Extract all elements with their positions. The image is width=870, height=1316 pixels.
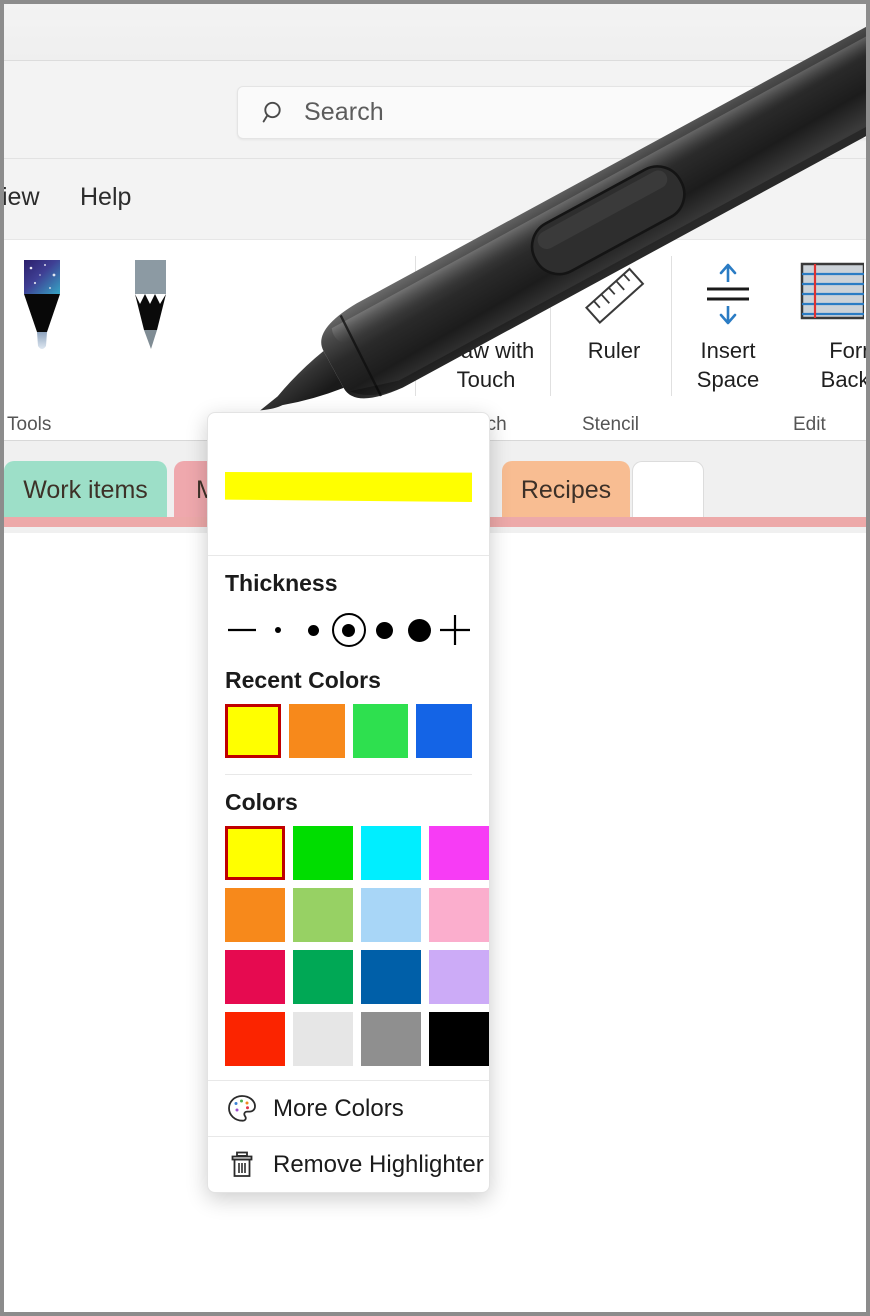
search-icon — [262, 100, 288, 126]
color-orange[interactable] — [225, 888, 285, 942]
remove-highlighter-label: Remove Highlighter — [273, 1150, 484, 1178]
stroke-preview-sample — [225, 472, 472, 502]
insert-space-icon — [682, 256, 774, 334]
hand-icon — [427, 256, 545, 334]
label-line2: Touch — [456, 367, 516, 393]
color-crimson[interactable] — [225, 950, 285, 1004]
thickness-4[interactable] — [367, 613, 401, 647]
colors-grid — [225, 826, 489, 1066]
color-magenta[interactable] — [429, 826, 489, 880]
thickness-title: Thickness — [225, 570, 338, 596]
recent-color-green[interactable] — [352, 704, 409, 758]
recent-color-orange[interactable] — [289, 704, 345, 758]
color-light-blue[interactable] — [361, 888, 421, 942]
label-line2: Space — [696, 367, 760, 393]
colors-section: Colors — [208, 789, 489, 1066]
thickness-plus[interactable] — [438, 613, 472, 647]
recent-color-blue[interactable] — [416, 704, 472, 758]
menu-strip: iew Help — [4, 159, 866, 240]
pencil-icon — [122, 256, 178, 356]
label-line1: Draw with — [437, 338, 535, 363]
remove-highlighter-menu-item[interactable]: Remove Highlighter — [208, 1136, 489, 1192]
trash-icon — [225, 1148, 259, 1182]
ribbon: Pen Draw with Touch — [4, 240, 866, 650]
thickness-1[interactable] — [261, 613, 295, 647]
title-bar — [4, 4, 866, 61]
search-bar-row: Search — [4, 61, 866, 159]
color-lavender[interactable] — [429, 950, 489, 1004]
color-yellow[interactable] — [225, 826, 285, 880]
search-placeholder: Search — [304, 98, 384, 126]
thickness-options — [225, 607, 472, 653]
recent-colors-row — [225, 704, 472, 758]
color-gray[interactable] — [361, 1012, 421, 1066]
ribbon-command-format-background[interactable]: Forma Backgro — [786, 256, 870, 393]
ribbon-command-draw-with-touch[interactable]: Draw with Touch — [427, 256, 545, 393]
highlighter-flyout-panel: Thickness Recent Colors Colors More Colo… — [207, 412, 490, 1193]
recent-colors-title: Recent Colors — [225, 667, 381, 693]
ribbon-command-ruler[interactable]: Ruler — [562, 256, 666, 363]
colors-title: Colors — [225, 789, 298, 815]
color-dark-blue[interactable] — [361, 950, 421, 1004]
color-green[interactable] — [293, 826, 353, 880]
menu-item-view[interactable]: iew — [4, 183, 40, 212]
color-pink[interactable] — [429, 888, 489, 942]
ribbon-tool-pencil[interactable] — [120, 256, 180, 356]
app-window: Search iew Help Draw with Touch Ruler In… — [0, 0, 870, 1316]
stroke-preview — [208, 413, 489, 556]
thickness-5[interactable] — [403, 613, 437, 647]
menu-item-help[interactable]: Help — [80, 183, 131, 212]
color-cyan[interactable] — [361, 826, 421, 880]
flyout-divider — [225, 774, 472, 775]
ribbon-group-label-stencil: Stencil — [582, 414, 640, 435]
page-tab-label: Recipes — [520, 475, 612, 504]
pen-icon — [14, 256, 70, 356]
ribbon-tool-galaxy-pen[interactable] — [12, 256, 72, 356]
search-input[interactable]: Search — [237, 86, 866, 139]
palette-icon — [225, 1092, 259, 1126]
page-tab-label: Work items — [23, 475, 148, 504]
recent-colors-section: Recent Colors — [208, 667, 489, 775]
thickness-3-selected[interactable] — [331, 613, 366, 647]
color-red[interactable] — [225, 1012, 285, 1066]
ruler-icon — [562, 256, 666, 334]
thickness-minus[interactable] — [225, 613, 259, 647]
ruled-page-icon — [786, 256, 866, 334]
ribbon-group-label-tools: Tools — [7, 414, 52, 435]
more-colors-label: More Colors — [273, 1094, 404, 1122]
label-line1: Insert — [700, 338, 756, 363]
color-emerald[interactable] — [293, 950, 353, 1004]
ribbon-separator — [415, 256, 416, 396]
ribbon-separator — [671, 256, 672, 396]
ribbon-command-insert-space[interactable]: Insert Space — [682, 256, 774, 393]
thickness-2[interactable] — [296, 613, 330, 647]
color-white-gray[interactable] — [293, 1012, 353, 1066]
new-tab-button[interactable] — [632, 461, 704, 519]
label-line1: Ruler — [587, 338, 641, 363]
color-black[interactable] — [429, 1012, 489, 1066]
page-tab-work-items[interactable]: Work items — [4, 461, 167, 519]
label-line1: Forma — [829, 338, 866, 363]
ribbon-group-label-edit: Edit — [793, 414, 826, 435]
recent-color-yellow[interactable] — [225, 704, 282, 758]
ribbon-separator — [550, 256, 551, 396]
color-light-green[interactable] — [293, 888, 353, 942]
label-line2: Backgro — [820, 367, 870, 393]
thickness-section: Thickness — [208, 570, 489, 653]
page-tab-recipes[interactable]: Recipes — [502, 461, 630, 519]
more-colors-menu-item[interactable]: More Colors — [208, 1080, 489, 1136]
